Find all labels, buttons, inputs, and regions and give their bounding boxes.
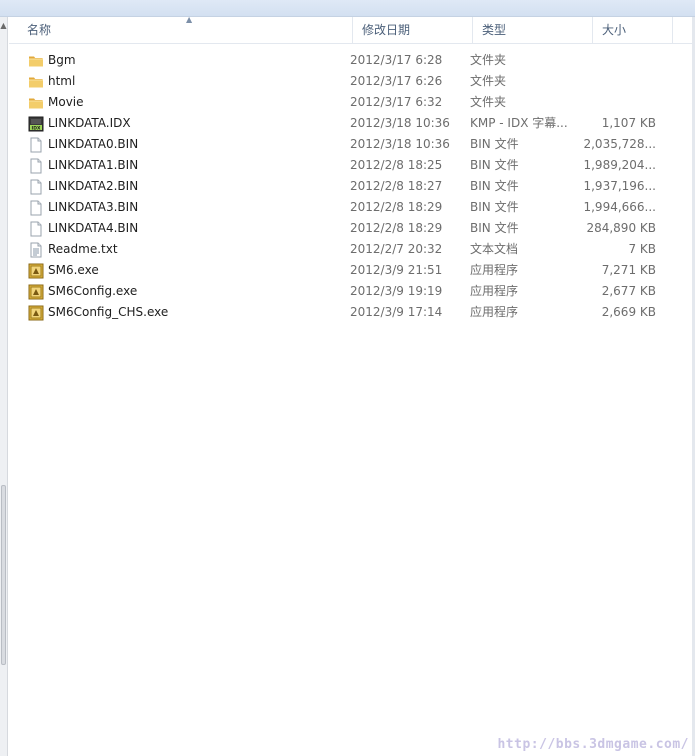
exe-app-icon [28, 263, 44, 279]
watermark-text: http://bbs.3dmgame.com/ [497, 737, 689, 752]
column-header-name[interactable]: 名称 ▲ [18, 15, 353, 43]
file-modified-date: 2012/3/17 6:26 [350, 74, 443, 88]
column-header-date[interactable]: 修改日期 [353, 17, 473, 43]
file-list: Bgm 2012/3/17 6:28 文件夹 html 2012/3/17 6:26 文… [9, 50, 692, 323]
column-header-name-label: 名称 [27, 23, 52, 37]
file-size: 1,937,196... [583, 179, 656, 193]
file-modified-date: 2012/2/8 18:25 [350, 158, 443, 172]
file-modified-date: 2012/3/18 10:36 [350, 116, 450, 130]
file-size [569, 71, 656, 92]
file-name: LINKDATA0.BIN [48, 137, 139, 151]
file-size: 7 KB [628, 242, 656, 256]
file-name: html [48, 74, 76, 88]
text-file-icon [28, 242, 44, 258]
file-row[interactable]: SM6Config.exe 2012/3/9 19:19 应用程序 2,677 KB [9, 281, 692, 302]
file-row[interactable]: Bgm 2012/3/17 6:28 文件夹 [9, 50, 692, 71]
file-modified-date: 2012/2/7 20:32 [350, 242, 443, 256]
exe-app-icon [28, 284, 44, 300]
file-modified-date: 2012/2/8 18:27 [350, 179, 443, 193]
column-header-date-label: 修改日期 [362, 23, 411, 37]
file-name: LINKDATA3.BIN [48, 200, 139, 214]
idx-file-icon: IDX [28, 116, 44, 132]
file-row[interactable]: html 2012/3/17 6:26 文件夹 [9, 71, 692, 92]
file-modified-date: 2012/3/9 17:14 [350, 305, 443, 319]
file-size: 1,989,204... [583, 158, 656, 172]
file-name: LINKDATA4.BIN [48, 221, 139, 235]
column-header-type-label: 类型 [482, 23, 507, 37]
file-name: Movie [48, 95, 84, 109]
left-scrollbar[interactable]: ▲ [0, 17, 8, 756]
blank-file-icon [28, 200, 44, 216]
column-header-bar: 名称 ▲ 修改日期 类型 大小 [9, 15, 692, 44]
file-size: 1,107 KB [601, 116, 656, 130]
file-modified-date: 2012/3/9 21:51 [350, 263, 443, 277]
file-row[interactable]: SM6Config_CHS.exe 2012/3/9 17:14 应用程序 2,669… [9, 302, 692, 323]
file-modified-date: 2012/2/8 18:29 [350, 221, 443, 235]
file-name: Bgm [48, 53, 76, 67]
file-name: SM6Config_CHS.exe [48, 305, 169, 319]
file-size: 2,669 KB [601, 305, 656, 319]
file-size: 2,677 KB [601, 284, 656, 298]
file-modified-date: 2012/3/17 6:32 [350, 95, 443, 109]
file-row[interactable]: SM6.exe 2012/3/9 21:51 应用程序 7,271 KB [9, 260, 692, 281]
file-row[interactable]: IDX LINKDATA.IDX 2012/3/18 10:36 KMP - IDX… [9, 113, 692, 134]
column-header-size-label: 大小 [602, 23, 627, 37]
file-name: Readme.txt [48, 242, 118, 256]
file-name: SM6Config.exe [48, 284, 138, 298]
column-header-size[interactable]: 大小 [593, 17, 673, 43]
file-size: 2,035,728... [583, 137, 656, 151]
sort-ascending-icon: ▲ [186, 15, 193, 24]
folder-icon [28, 53, 44, 69]
file-size: 7,271 KB [601, 263, 656, 277]
file-modified-date: 2012/2/8 18:29 [350, 200, 443, 214]
file-modified-date: 2012/3/9 19:19 [350, 284, 443, 298]
folder-icon [28, 74, 44, 90]
scroll-thumb[interactable] [1, 485, 6, 665]
file-name: LINKDATA.IDX [48, 116, 131, 130]
scroll-up-arrow-icon[interactable]: ▲ [0, 21, 7, 31]
blank-file-icon [28, 158, 44, 174]
file-size [569, 92, 656, 113]
blank-file-icon [28, 137, 44, 153]
file-row[interactable]: LINKDATA4.BIN 2012/2/8 18:29 BIN 文件 284,890… [9, 218, 692, 239]
file-size [569, 50, 656, 71]
window-top-strip [0, 0, 695, 17]
file-modified-date: 2012/3/17 6:28 [350, 53, 443, 67]
file-size: 284,890 KB [586, 221, 656, 235]
blank-file-icon [28, 221, 44, 237]
file-row[interactable]: LINKDATA2.BIN 2012/2/8 18:27 BIN 文件 1,937,1… [9, 176, 692, 197]
file-row[interactable]: Readme.txt 2012/2/7 20:32 文本文档 7 KB [9, 239, 692, 260]
file-row[interactable]: LINKDATA3.BIN 2012/2/8 18:29 BIN 文件 1,994,6… [9, 197, 692, 218]
file-name: LINKDATA1.BIN [48, 158, 139, 172]
file-name: SM6.exe [48, 263, 99, 277]
blank-file-icon [28, 179, 44, 195]
file-name: LINKDATA2.BIN [48, 179, 139, 193]
file-row[interactable]: Movie 2012/3/17 6:32 文件夹 [9, 92, 692, 113]
exe-app-icon [28, 305, 44, 321]
folder-icon [28, 95, 44, 111]
file-size: 1,994,666... [583, 200, 656, 214]
file-row[interactable]: LINKDATA0.BIN 2012/3/18 10:36 BIN 文件 2,035,… [9, 134, 692, 155]
svg-text:IDX: IDX [32, 125, 41, 131]
column-header-type[interactable]: 类型 [473, 17, 593, 43]
file-modified-date: 2012/3/18 10:36 [350, 137, 450, 151]
file-row[interactable]: LINKDATA1.BIN 2012/2/8 18:25 BIN 文件 1,989,2… [9, 155, 692, 176]
